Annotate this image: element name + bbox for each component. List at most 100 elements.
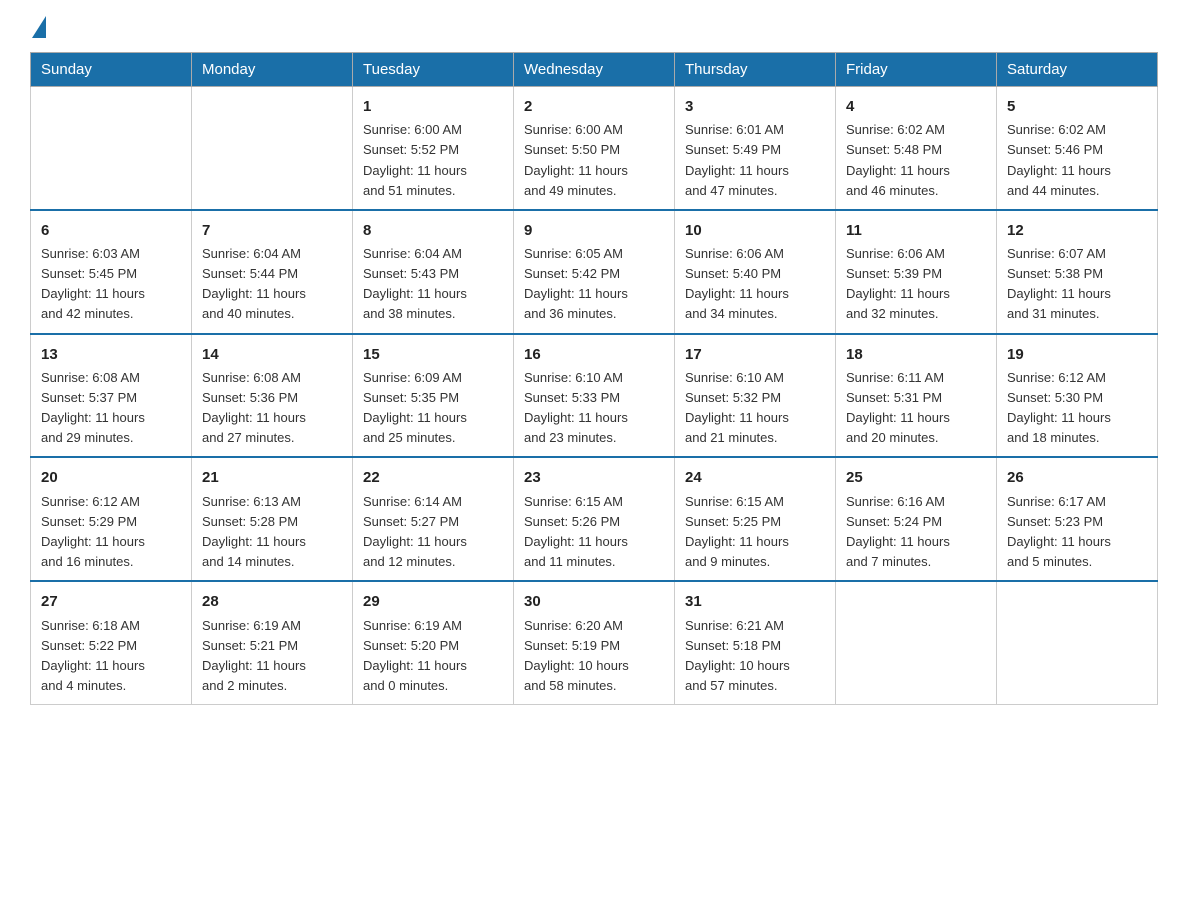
logo: [30, 20, 46, 34]
day-number: 3: [685, 95, 825, 118]
day-number: 6: [41, 219, 181, 242]
day-info: Sunrise: 6:04 AM Sunset: 5:43 PM Dayligh…: [363, 244, 503, 325]
calendar-cell: 28 Sunrise: 6:19 AM Sunset: 5:21 PM Dayli…: [192, 581, 353, 704]
day-number: 31: [685, 590, 825, 613]
day-number: 30: [524, 590, 664, 613]
day-info: Sunrise: 6:10 AM Sunset: 5:33 PM Dayligh…: [524, 368, 664, 449]
calendar-cell: 20 Sunrise: 6:12 AM Sunset: 5:29 PM Dayli…: [31, 457, 192, 581]
calendar-table: SundayMondayTuesdayWednesdayThursdayFrid…: [30, 52, 1158, 705]
logo-triangle-icon: [32, 16, 46, 38]
day-info: Sunrise: 6:08 AM Sunset: 5:36 PM Dayligh…: [202, 368, 342, 449]
calendar-cell: 23Sunrise: 6:15 AM Sunset: 5:26 PM Dayli…: [514, 457, 675, 581]
day-number: 9: [524, 219, 664, 242]
day-number: 12: [1007, 219, 1147, 242]
calendar-cell: 13Sunrise: 6:08 AM Sunset: 5:37 PM Dayli…: [31, 334, 192, 458]
calendar-week-row: 13Sunrise: 6:08 AM Sunset: 5:37 PM Dayli…: [31, 334, 1158, 458]
day-info: Sunrise: 6:16 AM Sunset: 5:24 PM Dayligh…: [846, 492, 986, 573]
calendar-week-row: 20 Sunrise: 6:12 AM Sunset: 5:29 PM Dayli…: [31, 457, 1158, 581]
calendar-cell: [192, 87, 353, 210]
calendar-cell: 18Sunrise: 6:11 AM Sunset: 5:31 PM Dayli…: [836, 334, 997, 458]
day-number: 4: [846, 95, 986, 118]
day-info: Sunrise: 6:06 AM Sunset: 5:40 PM Dayligh…: [685, 244, 825, 325]
day-number: 22: [363, 466, 503, 489]
calendar-cell: 12Sunrise: 6:07 AM Sunset: 5:38 PM Dayli…: [997, 210, 1158, 334]
calendar-cell: 29 Sunrise: 6:19 AM Sunset: 5:20 PM Dayli…: [353, 581, 514, 704]
calendar-cell: 19Sunrise: 6:12 AM Sunset: 5:30 PM Dayli…: [997, 334, 1158, 458]
day-number: 1: [363, 95, 503, 118]
calendar-cell: 26Sunrise: 6:17 AM Sunset: 5:23 PM Dayli…: [997, 457, 1158, 581]
day-info: Sunrise: 6:12 AM Sunset: 5:30 PM Dayligh…: [1007, 368, 1147, 449]
day-info: Sunrise: 6:09 AM Sunset: 5:35 PM Dayligh…: [363, 368, 503, 449]
calendar-cell: 14Sunrise: 6:08 AM Sunset: 5:36 PM Dayli…: [192, 334, 353, 458]
page-header: [30, 20, 1158, 34]
calendar-cell: 17Sunrise: 6:10 AM Sunset: 5:32 PM Dayli…: [675, 334, 836, 458]
day-info: Sunrise: 6:12 AM Sunset: 5:29 PM Dayligh…: [41, 492, 181, 573]
day-info: Sunrise: 6:08 AM Sunset: 5:37 PM Dayligh…: [41, 368, 181, 449]
calendar-cell: [31, 87, 192, 210]
calendar-cell: 16Sunrise: 6:10 AM Sunset: 5:33 PM Dayli…: [514, 334, 675, 458]
calendar-header-row: SundayMondayTuesdayWednesdayThursdayFrid…: [31, 53, 1158, 87]
calendar-cell: 31 Sunrise: 6:21 AM Sunset: 5:18 PM Dayli…: [675, 581, 836, 704]
calendar-cell: 30 Sunrise: 6:20 AM Sunset: 5:19 PM Dayli…: [514, 581, 675, 704]
calendar-cell: [997, 581, 1158, 704]
day-info: Sunrise: 6:06 AM Sunset: 5:39 PM Dayligh…: [846, 244, 986, 325]
day-number: 14: [202, 343, 342, 366]
calendar-cell: 7Sunrise: 6:04 AM Sunset: 5:44 PM Daylig…: [192, 210, 353, 334]
day-number: 15: [363, 343, 503, 366]
calendar-cell: [836, 581, 997, 704]
day-info: Sunrise: 6:01 AM Sunset: 5:49 PM Dayligh…: [685, 120, 825, 201]
weekday-header-monday: Monday: [192, 53, 353, 87]
day-info: Sunrise: 6:02 AM Sunset: 5:46 PM Dayligh…: [1007, 120, 1147, 201]
day-number: 10: [685, 219, 825, 242]
day-info: Sunrise: 6:05 AM Sunset: 5:42 PM Dayligh…: [524, 244, 664, 325]
day-info: Sunrise: 6:04 AM Sunset: 5:44 PM Dayligh…: [202, 244, 342, 325]
day-info: Sunrise: 6:20 AM Sunset: 5:19 PM Dayligh…: [524, 616, 664, 697]
day-number: 7: [202, 219, 342, 242]
day-number: 17: [685, 343, 825, 366]
day-number: 5: [1007, 95, 1147, 118]
day-number: 21: [202, 466, 342, 489]
calendar-cell: 9Sunrise: 6:05 AM Sunset: 5:42 PM Daylig…: [514, 210, 675, 334]
day-info: Sunrise: 6:19 AM Sunset: 5:20 PM Dayligh…: [363, 616, 503, 697]
day-number: 2: [524, 95, 664, 118]
calendar-cell: 3Sunrise: 6:01 AM Sunset: 5:49 PM Daylig…: [675, 87, 836, 210]
weekday-header-saturday: Saturday: [997, 53, 1158, 87]
day-info: Sunrise: 6:00 AM Sunset: 5:50 PM Dayligh…: [524, 120, 664, 201]
day-info: Sunrise: 6:14 AM Sunset: 5:27 PM Dayligh…: [363, 492, 503, 573]
day-number: 13: [41, 343, 181, 366]
calendar-cell: 11Sunrise: 6:06 AM Sunset: 5:39 PM Dayli…: [836, 210, 997, 334]
weekday-header-thursday: Thursday: [675, 53, 836, 87]
calendar-cell: 21Sunrise: 6:13 AM Sunset: 5:28 PM Dayli…: [192, 457, 353, 581]
calendar-week-row: 6Sunrise: 6:03 AM Sunset: 5:45 PM Daylig…: [31, 210, 1158, 334]
day-number: 28: [202, 590, 342, 613]
calendar-cell: 1Sunrise: 6:00 AM Sunset: 5:52 PM Daylig…: [353, 87, 514, 210]
day-info: Sunrise: 6:21 AM Sunset: 5:18 PM Dayligh…: [685, 616, 825, 697]
day-number: 25: [846, 466, 986, 489]
day-number: 23: [524, 466, 664, 489]
day-number: 19: [1007, 343, 1147, 366]
calendar-cell: 4Sunrise: 6:02 AM Sunset: 5:48 PM Daylig…: [836, 87, 997, 210]
day-number: 20: [41, 466, 181, 489]
day-number: 18: [846, 343, 986, 366]
day-info: Sunrise: 6:00 AM Sunset: 5:52 PM Dayligh…: [363, 120, 503, 201]
day-info: Sunrise: 6:18 AM Sunset: 5:22 PM Dayligh…: [41, 616, 181, 697]
day-number: 24: [685, 466, 825, 489]
calendar-cell: 27 Sunrise: 6:18 AM Sunset: 5:22 PM Dayli…: [31, 581, 192, 704]
calendar-week-row: 27 Sunrise: 6:18 AM Sunset: 5:22 PM Dayli…: [31, 581, 1158, 704]
day-info: Sunrise: 6:15 AM Sunset: 5:25 PM Dayligh…: [685, 492, 825, 573]
day-number: 27: [41, 590, 181, 613]
calendar-cell: 2Sunrise: 6:00 AM Sunset: 5:50 PM Daylig…: [514, 87, 675, 210]
calendar-cell: 25 Sunrise: 6:16 AM Sunset: 5:24 PM Dayli…: [836, 457, 997, 581]
calendar-cell: 15Sunrise: 6:09 AM Sunset: 5:35 PM Dayli…: [353, 334, 514, 458]
day-number: 11: [846, 219, 986, 242]
weekday-header-friday: Friday: [836, 53, 997, 87]
weekday-header-wednesday: Wednesday: [514, 53, 675, 87]
day-number: 16: [524, 343, 664, 366]
day-info: Sunrise: 6:10 AM Sunset: 5:32 PM Dayligh…: [685, 368, 825, 449]
day-info: Sunrise: 6:19 AM Sunset: 5:21 PM Dayligh…: [202, 616, 342, 697]
day-number: 29: [363, 590, 503, 613]
day-info: Sunrise: 6:17 AM Sunset: 5:23 PM Dayligh…: [1007, 492, 1147, 573]
calendar-cell: 10Sunrise: 6:06 AM Sunset: 5:40 PM Dayli…: [675, 210, 836, 334]
day-info: Sunrise: 6:11 AM Sunset: 5:31 PM Dayligh…: [846, 368, 986, 449]
day-number: 8: [363, 219, 503, 242]
